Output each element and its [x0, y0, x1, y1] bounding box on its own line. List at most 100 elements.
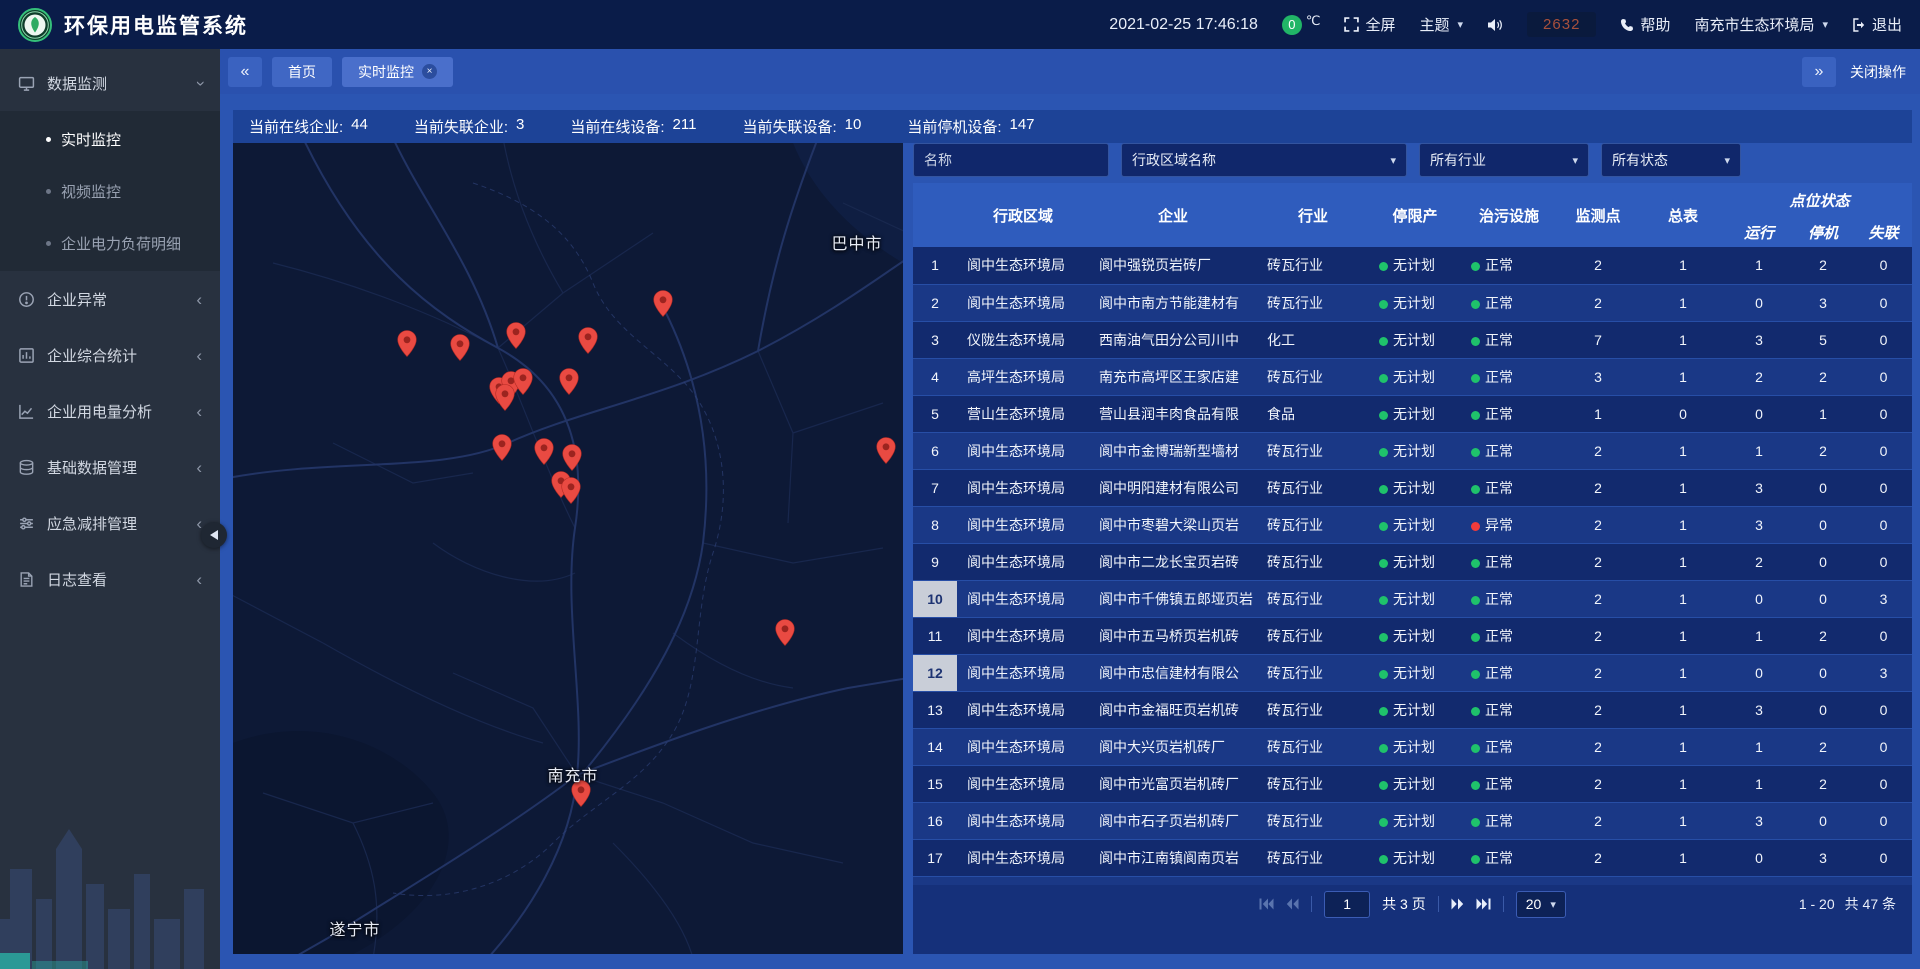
map-pin-icon[interactable] [562, 444, 582, 471]
map-pin-icon[interactable] [450, 334, 470, 361]
table-row[interactable]: 18南部生态环境局南部县升钟水泥有限公建材行业无计划正常21030 [913, 876, 1912, 885]
close-operations-button[interactable]: 关闭操作 [1850, 62, 1906, 82]
sidebar-submenu: 实时监控视频监控企业电力负荷明细 [0, 111, 220, 271]
sidebar-subitem[interactable]: 视频监控 [0, 165, 220, 217]
map-pin-icon[interactable] [653, 290, 673, 317]
map-pin-icon[interactable] [876, 437, 896, 464]
limit-status-text: 无计划 [1393, 443, 1435, 459]
page-number-input[interactable] [1324, 891, 1370, 918]
map-pin-icon[interactable] [492, 434, 512, 461]
table-row[interactable]: 15阆中生态环境局阆中市光富页岩机砖厂砖瓦行业无计划正常21120 [913, 765, 1912, 802]
table-row[interactable]: 6阆中生态环境局阆中市金博瑞新型墙材砖瓦行业无计划正常21120 [913, 432, 1912, 469]
tabs-scroll-left-button[interactable]: « [228, 57, 262, 87]
help-button[interactable]: 帮助 [1620, 14, 1670, 35]
facility-status-text: 正常 [1485, 406, 1513, 422]
map-pin-icon[interactable] [513, 368, 533, 395]
map-pin-icon[interactable] [561, 477, 581, 504]
org-dropdown[interactable]: 南充市生态环境局 ▾ [1694, 14, 1828, 35]
cell-limit-production: 无计划 [1369, 543, 1461, 580]
next-page-button[interactable] [1451, 898, 1464, 910]
theme-dropdown[interactable]: 主题 ▾ [1420, 14, 1464, 35]
cell-pollution-facility: 正常 [1461, 765, 1557, 802]
industry-filter-select[interactable]: 所有行业 ▾ [1419, 143, 1589, 177]
sidebar-subitem[interactable]: 实时监控 [0, 113, 220, 165]
map-pin-icon[interactable] [775, 619, 795, 646]
region-filter-select[interactable]: 行政区域名称 ▾ [1121, 143, 1407, 177]
table-row[interactable]: 14阆中生态环境局阆中大兴页岩机砖厂砖瓦行业无计划正常21120 [913, 728, 1912, 765]
sidebar-item-3[interactable]: 企业用电量分析‹ [0, 383, 220, 439]
page-size-select[interactable]: 20 ▾ [1516, 891, 1566, 918]
table-row[interactable]: 16阆中生态环境局阆中市石子页岩机砖厂砖瓦行业无计划正常21300 [913, 802, 1912, 839]
status-dot-icon [1471, 337, 1480, 346]
sidebar-item-0[interactable]: 数据监测‹ [0, 55, 220, 111]
cell-industry: 砖瓦行业 [1257, 691, 1369, 728]
first-page-button[interactable] [1259, 898, 1274, 910]
table-row[interactable]: 2阆中生态环境局阆中市南方节能建材有砖瓦行业无计划正常21030 [913, 284, 1912, 321]
table-row[interactable]: 8阆中生态环境局阆中市枣碧大梁山页岩砖瓦行业无计划异常21300 [913, 506, 1912, 543]
map-pin-icon[interactable] [578, 327, 598, 354]
map-pin-icon[interactable] [495, 384, 515, 411]
cell-running: 3 [1727, 691, 1791, 728]
sidebar-subitem[interactable]: 企业电力负荷明细 [0, 217, 220, 269]
table-row[interactable]: 13阆中生态环境局阆中市金福旺页岩机砖砖瓦行业无计划正常21300 [913, 691, 1912, 728]
column-group-point-status: 点位状态 [1727, 183, 1912, 217]
cell-monitor-points: 2 [1557, 728, 1639, 765]
sidebar-item-1[interactable]: 企业异常‹ [0, 271, 220, 327]
tab-close-icon[interactable]: × [422, 64, 437, 79]
status-dot-icon [1379, 781, 1388, 790]
map-pin-icon[interactable] [506, 322, 526, 349]
cell-company: 阆中市石子页岩机砖厂 [1089, 802, 1257, 839]
cell-stopped: 0 [1791, 802, 1855, 839]
table-row[interactable]: 1阆中生态环境局阆中强锐页岩砖厂砖瓦行业无计划正常21120 [913, 247, 1912, 284]
facility-status-text: 正常 [1485, 739, 1513, 755]
sidebar-item-2[interactable]: 企业综合统计‹ [0, 327, 220, 383]
fullscreen-button[interactable]: 全屏 [1344, 14, 1395, 35]
cell-industry: 砖瓦行业 [1257, 432, 1369, 469]
cell-company: 阆中强锐页岩砖厂 [1089, 247, 1257, 284]
map-collapse-button[interactable] [201, 522, 227, 548]
map-panel[interactable]: 巴中市南充市遂宁市 [233, 143, 903, 954]
sidebar-item-4[interactable]: 基础数据管理‹ [0, 439, 220, 495]
table-row[interactable]: 5营山生态环境局营山县润丰肉食品有限食品无计划正常10010 [913, 395, 1912, 432]
status-filter-select[interactable]: 所有状态 ▾ [1601, 143, 1741, 177]
topbar-actions: 2021-02-25 17:46:18 0 ℃ 全屏 主题 ▾ 2632 [1109, 12, 1902, 37]
table-row[interactable]: 9阆中生态环境局阆中市二龙长宝页岩砖砖瓦行业无计划正常21200 [913, 543, 1912, 580]
table-row[interactable]: 11阆中生态环境局阆中市五马桥页岩机砖砖瓦行业无计划正常21120 [913, 617, 1912, 654]
notification-count-badge[interactable]: 2632 [1527, 12, 1596, 37]
table-row[interactable]: 3仪陇生态环境局西南油气田分公司川中化工无计划正常71350 [913, 321, 1912, 358]
cell-company: 阆中市千佛镇五郎垭页岩 [1089, 580, 1257, 617]
name-filter-input[interactable] [913, 143, 1109, 177]
sidebar-item-6[interactable]: 日志查看‹ [0, 551, 220, 607]
map-pin-icon[interactable] [559, 368, 579, 395]
prev-page-button[interactable] [1286, 898, 1299, 910]
table-row[interactable]: 7阆中生态环境局阆中明阳建材有限公司砖瓦行业无计划正常21300 [913, 469, 1912, 506]
cell-limit-production: 无计划 [1369, 839, 1461, 876]
facility-status-text: 正常 [1485, 369, 1513, 385]
cell-pollution-facility: 正常 [1461, 247, 1557, 284]
table-row[interactable]: 4高坪生态环境局南充市高坪区王家店建砖瓦行业无计划正常31220 [913, 358, 1912, 395]
last-page-button[interactable] [1476, 898, 1491, 910]
tab-home[interactable]: 首页 [272, 57, 332, 87]
table-row[interactable]: 17阆中生态环境局阆中市江南镇阆南页岩砖瓦行业无计划正常21030 [913, 839, 1912, 876]
cell-lost: 0 [1855, 802, 1912, 839]
pagination-controls: 共 3 页 20 [1259, 885, 1566, 923]
cell-monitor-points: 3 [1557, 358, 1639, 395]
cell-running: 3 [1727, 802, 1791, 839]
tab-realtime-monitor[interactable]: 实时监控 × [342, 57, 453, 87]
stat-item: 当前在线企业:44 [249, 116, 368, 137]
map-pin-icon[interactable] [397, 330, 417, 357]
sidebar-item-5[interactable]: 应急减排管理‹ [0, 495, 220, 551]
cell-running: 1 [1727, 247, 1791, 284]
table-row[interactable]: 12阆中生态环境局阆中市忠信建材有限公砖瓦行业无计划正常21003 [913, 654, 1912, 691]
table-row[interactable]: 10阆中生态环境局阆中市千佛镇五郎垭页岩砖瓦行业无计划正常21003 [913, 580, 1912, 617]
map-pin-icon[interactable] [534, 438, 554, 465]
sidebar-subitem-label: 实时监控 [61, 129, 121, 150]
status-dot-icon [1379, 448, 1388, 457]
facility-status-text: 正常 [1485, 628, 1513, 644]
cell-monitor-points: 1 [1557, 395, 1639, 432]
speaker-button[interactable] [1487, 18, 1503, 32]
logout-button[interactable]: 退出 [1852, 14, 1902, 35]
tabs-scroll-right-button[interactable]: » [1802, 57, 1836, 87]
cell-stopped: 3 [1791, 876, 1855, 885]
divider [1503, 896, 1504, 912]
